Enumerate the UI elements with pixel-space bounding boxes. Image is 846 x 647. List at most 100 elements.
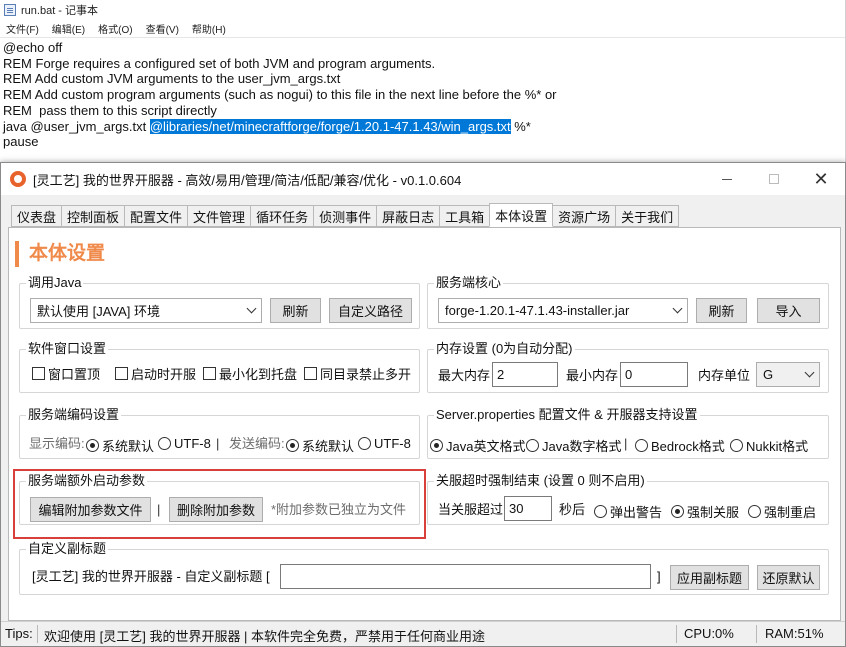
java-refresh-button[interactable]: 刷新: [270, 298, 321, 323]
minimize-button[interactable]: [704, 163, 750, 195]
java-select-value: 默认使用 [JAVA] 环境: [37, 304, 161, 319]
max-memory-input[interactable]: 2: [492, 362, 558, 387]
tab-settings[interactable]: 本体设置: [489, 203, 554, 227]
radio-label: UTF-8: [174, 436, 211, 451]
tab-dashboard[interactable]: 仪表盘: [11, 205, 62, 227]
java-custom-path-button[interactable]: 自定义路径: [329, 298, 412, 323]
java-numeric-format-radio[interactable]: Java数字格式: [526, 436, 621, 455]
cpu-usage: CPU:0%: [684, 626, 734, 641]
tab-config-files[interactable]: 配置文件: [124, 205, 188, 227]
always-on-top-checkbox[interactable]: 窗口置顶: [32, 364, 100, 383]
subtitle-prefix: [灵工艺] 我的世界开服器 - 自定义副标题 [: [32, 569, 270, 584]
tab-bar: 仪表盘 控制面板 配置文件 文件管理 循环任务 侦测事件 屏蔽日志 工具箱 本体…: [11, 203, 680, 227]
notepad-menu-view[interactable]: 查看(V): [146, 21, 179, 36]
shutdown-group-label: 关服超时强制结束 (设置 0 则不启用): [434, 473, 647, 489]
radio-label: 系统默认: [302, 439, 355, 454]
start-server-on-launch-checkbox[interactable]: 启动时开服: [115, 364, 196, 383]
subtitle-group: 自定义副标题 [灵工艺] 我的世界开服器 - 自定义副标题 [ ] 应用副标题 …: [19, 541, 829, 595]
shutdown-suffix-label: 秒后: [559, 502, 586, 517]
minimize-to-tray-checkbox[interactable]: 最小化到托盘: [203, 364, 297, 383]
notepad-line: REM Add custom JVM arguments to the user…: [3, 71, 341, 87]
display-encoding-system-radio[interactable]: 系统默认: [86, 436, 154, 455]
tab-block-logs[interactable]: 屏蔽日志: [376, 205, 440, 227]
ram-usage: RAM:51%: [765, 626, 824, 641]
reset-subtitle-button[interactable]: 还原默认: [757, 565, 820, 590]
send-encoding-system-radio[interactable]: 系统默认: [286, 436, 354, 455]
subtitle-input[interactable]: [280, 564, 651, 589]
shutdown-force-restart-radio[interactable]: 强制重启: [748, 502, 816, 521]
radio-dot: [730, 439, 743, 452]
apply-subtitle-button[interactable]: 应用副标题: [670, 565, 749, 590]
tab-file-manager[interactable]: 文件管理: [187, 205, 251, 227]
display-encoding-utf8-radio[interactable]: UTF-8: [158, 436, 211, 451]
java-select[interactable]: 默认使用 [JAVA] 环境: [30, 298, 262, 323]
java-line-prefix: java @user_jvm_args.txt: [3, 118, 150, 134]
tab-detect-events[interactable]: 侦测事件: [313, 205, 377, 227]
encoding-group: 服务端编码设置 显示编码: 系统默认 UTF-8 | 发送编码: 系统默认 UT…: [19, 407, 420, 459]
nukkit-format-radio[interactable]: Nukkit格式: [730, 436, 808, 455]
notepad-titlebar: run.bat - 记事本: [0, 0, 845, 20]
separator: |: [216, 436, 220, 451]
memory-unit-value: G: [763, 367, 774, 382]
close-button[interactable]: ✕: [798, 163, 844, 195]
tab-toolbox[interactable]: 工具箱: [439, 205, 490, 227]
window-settings-group: 软件窗口设置 窗口置顶 启动时开服 最小化到托盘 同目录禁止多开: [19, 341, 420, 393]
maximize-button[interactable]: [751, 163, 797, 195]
radio-label: 强制关服: [687, 505, 740, 520]
shutdown-warn-radio[interactable]: 弹出警告: [594, 502, 662, 521]
display-encoding-label: 显示编码:: [29, 436, 85, 451]
tab-resources[interactable]: 资源广场: [553, 205, 616, 227]
encoding-group-label: 服务端编码设置: [26, 407, 122, 423]
shutdown-seconds-input[interactable]: 30: [504, 496, 552, 521]
tips-label: Tips:: [5, 626, 33, 641]
notepad-menu-format[interactable]: 格式(O): [98, 21, 132, 36]
radio-dot: [86, 439, 99, 452]
core-refresh-button[interactable]: 刷新: [696, 298, 747, 323]
status-bar: Tips: 欢迎使用 [灵工艺] 我的世界开服器 | 本软件完全免费，严禁用于任…: [1, 621, 845, 646]
max-memory-label: 最大内存: [438, 368, 491, 383]
properties-group-label: Server.properties 配置文件 & 开服器支持设置: [434, 407, 700, 423]
core-select[interactable]: forge-1.20.1-47.1.43-installer.jar: [438, 298, 688, 323]
window-settings-label: 软件窗口设置: [26, 341, 109, 357]
checkbox-box: [304, 367, 317, 380]
java-english-format-radio[interactable]: Java英文格式: [430, 436, 525, 455]
tab-loop-tasks[interactable]: 循环任务: [250, 205, 314, 227]
status-divider: [37, 625, 38, 643]
radio-dot: [526, 439, 539, 452]
radio-label: 弹出警告: [610, 505, 663, 520]
tab-about[interactable]: 关于我们: [615, 205, 680, 227]
checkbox-box: [32, 367, 45, 380]
notepad-menubar: 文件(F) 编辑(E) 格式(O) 查看(V) 帮助(H): [0, 20, 845, 38]
notepad-line: REM Forge requires a configured set of b…: [3, 55, 436, 71]
bedrock-format-radio[interactable]: Bedrock格式: [635, 436, 725, 455]
single-instance-checkbox[interactable]: 同目录禁止多开: [304, 364, 411, 383]
notepad-text-area[interactable]: @echo off REM Forge requires a configured…: [0, 38, 845, 150]
separator: |: [624, 436, 628, 451]
checkbox-label: 启动时开服: [131, 367, 197, 382]
notepad-icon: [4, 4, 16, 16]
notepad-menu-file[interactable]: 文件(F): [6, 21, 39, 36]
core-group-label: 服务端核心: [434, 275, 504, 291]
close-icon: ✕: [813, 168, 829, 189]
radio-label: 系统默认: [102, 439, 155, 454]
app-titlebar[interactable]: [灵工艺] 我的世界开服器 - 高效/易用/管理/简洁/低配/兼容/优化 - v…: [1, 163, 845, 195]
tab-control-panel[interactable]: 控制面板: [61, 205, 125, 227]
checkbox-label: 最小化到托盘: [219, 367, 298, 382]
radio-label: Java英文格式: [446, 439, 526, 454]
core-group: 服务端核心 forge-1.20.1-47.1.43-installer.jar…: [427, 275, 829, 329]
notepad-menu-help[interactable]: 帮助(H): [192, 21, 226, 36]
selected-text[interactable]: @libraries/net/minecraftforge/forge/1.20…: [149, 118, 511, 134]
min-memory-input[interactable]: 0: [620, 362, 688, 387]
subtitle-close-bracket: ]: [657, 569, 661, 584]
properties-group: Server.properties 配置文件 & 开服器支持设置 Java英文格…: [427, 407, 829, 459]
shutdown-force-stop-radio[interactable]: 强制关服: [671, 502, 739, 521]
send-encoding-utf8-radio[interactable]: UTF-8: [358, 436, 411, 451]
tips-text: 欢迎使用 [灵工艺] 我的世界开服器 | 本软件完全免费，严禁用于任何商业用途: [44, 629, 486, 644]
memory-unit-select[interactable]: G: [756, 362, 820, 387]
core-import-button[interactable]: 导入: [757, 298, 820, 323]
send-encoding-label: 发送编码:: [229, 436, 285, 451]
memory-unit-label: 内存单位: [698, 368, 751, 383]
radio-dot: [748, 505, 761, 518]
checkbox-label: 窗口置顶: [48, 367, 101, 382]
notepad-menu-edit[interactable]: 编辑(E): [52, 21, 85, 36]
